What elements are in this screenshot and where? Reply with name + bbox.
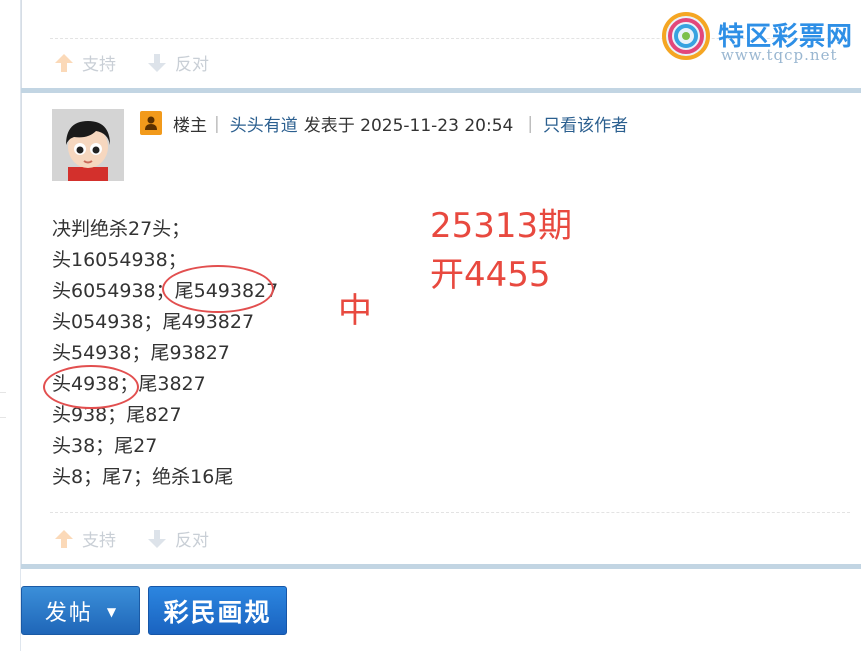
thumb-down-arrow-icon [148,529,166,548]
content-line: 头054938；尾493827 [52,311,255,333]
post-meta: 楼主 | 头头有道 发表于 2025-11-23 20:54 | 只看该作者 [173,111,628,137]
new-post-label: 发帖 [44,600,93,626]
logo-swirl-icon [662,12,710,60]
left-gutter [0,0,21,651]
meta-separator: | [527,113,534,134]
support-vote-top[interactable]: 支持 [53,50,116,75]
support-label: 支持 [82,55,116,75]
thumb-down-arrow-icon [148,53,166,72]
content-line: 头54938；尾93827 [52,342,230,364]
thumb-up-arrow-icon [55,53,73,72]
support-vote[interactable]: 支持 [53,526,116,551]
author-link[interactable]: 头头有道 [230,111,298,136]
thumb-up-arrow-icon [55,529,73,548]
annotation-period: 25313期 [430,206,573,246]
content-line: 头16054938； [52,249,187,271]
thread-starter-icon [140,111,162,135]
site-logo[interactable]: 特区彩票网 www.tqcp.net [660,8,860,68]
new-post-button[interactable]: 发帖 ▼ [21,586,140,635]
content-line: 头6054938；尾5493827 [52,280,279,302]
content-line: 决判绝杀27头； [52,218,191,240]
post-divider [50,512,850,513]
avatar[interactable] [52,109,124,181]
logo-url: www.tqcp.net [721,46,838,64]
meta-separator: | [214,113,220,134]
avatar-cartoon-icon [52,109,124,181]
content-line: 头938；尾827 [52,404,182,426]
oppose-vote-top[interactable]: 反对 [146,50,209,75]
oppose-label: 反对 [175,55,209,75]
annotation-result: 开4455 [430,255,551,295]
gutter-divider [0,392,6,418]
only-author-link[interactable]: 只看该作者 [543,111,628,136]
post-separator [21,564,861,569]
post-timestamp: 发表于 2025-11-23 20:54 [303,116,514,136]
rules-label: 彩民画规 [163,597,272,627]
content-line: 头8；尾7；绝杀16尾 [52,466,234,488]
content-line: 头4938；尾3827 [52,373,206,395]
support-label: 支持 [82,531,116,551]
annotation-hit: 中 [338,291,372,331]
oppose-label: 反对 [175,531,209,551]
role-badge: 楼主 [173,116,207,136]
caret-down-icon: ▼ [106,605,117,619]
content-line: 头38；尾27 [52,435,158,457]
post-content: 决判绝杀27头； 头16054938； 头6054938；尾5493827 头0… [52,214,278,493]
oppose-vote[interactable]: 反对 [146,526,209,551]
rules-button[interactable]: 彩民画规 [148,586,287,635]
